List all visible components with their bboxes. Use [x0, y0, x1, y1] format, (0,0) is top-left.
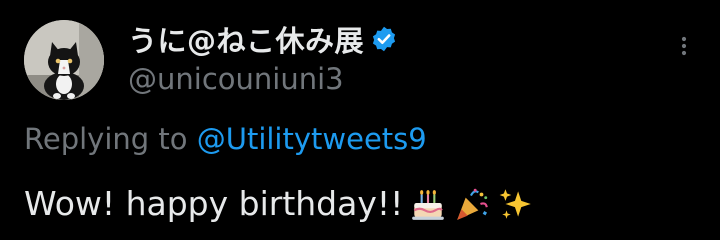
- more-options-icon[interactable]: [666, 28, 702, 64]
- party-popper-emoji-icon: [453, 185, 491, 223]
- replying-to-label: Replying to: [24, 122, 197, 156]
- cat-avatar-icon: [24, 20, 104, 100]
- author-handle[interactable]: @unicouniuni3: [128, 62, 344, 96]
- verified-badge-icon[interactable]: [370, 25, 398, 53]
- birthday-cake-emoji-icon: [409, 185, 447, 223]
- tweet-text: Wow! happy birthday!!: [24, 184, 535, 223]
- tweet-text-content: Wow! happy birthday!!: [24, 184, 404, 223]
- author-avatar[interactable]: [24, 20, 104, 100]
- author-name-row: うに@ねこ休み展: [128, 20, 398, 58]
- author-display-name[interactable]: うに@ねこ休み展: [128, 18, 364, 60]
- reply-target-link[interactable]: @Utilitytweets9: [197, 122, 427, 156]
- sparkles-emoji-icon: [497, 185, 535, 223]
- replying-to-line: Replying to @Utilitytweets9: [24, 122, 427, 156]
